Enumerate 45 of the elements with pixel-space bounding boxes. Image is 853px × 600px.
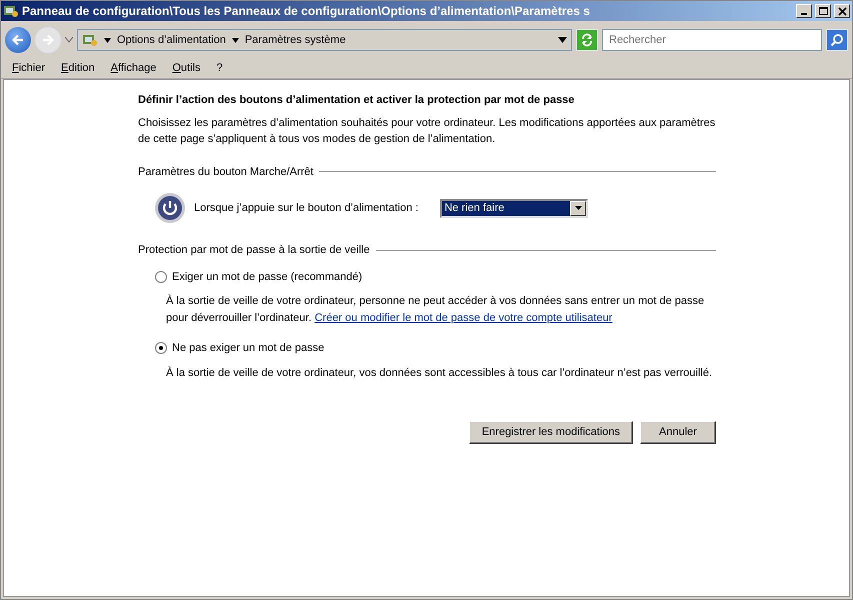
back-button[interactable] [5, 27, 31, 53]
action-dropdown[interactable]: Ne rien faire [440, 198, 588, 218]
menu-item[interactable]: ? [208, 60, 231, 77]
save-button[interactable]: Enregistrer les modifications [468, 421, 633, 444]
dropdown-caret-icon[interactable] [558, 37, 567, 43]
breadcrumb[interactable]: Options d’alimentation [117, 32, 226, 48]
minimize-icon [800, 13, 806, 15]
cancel-button[interactable]: Annuler [640, 421, 716, 444]
account-password-link[interactable]: Créer ou modifier le mot de passe de votre compte utilisateur [314, 312, 612, 324]
control-panel-icon [3, 3, 19, 19]
radio-button[interactable] [155, 342, 167, 354]
search-field[interactable]: Rechercher [602, 29, 822, 51]
power-icon [154, 192, 186, 224]
refresh-button[interactable] [576, 29, 598, 51]
menu-item[interactable]: Edition [53, 60, 103, 77]
menu-item[interactable]: Fichier [4, 60, 54, 77]
breadcrumb[interactable]: Paramètres système [244, 32, 346, 48]
refresh-icon [580, 33, 594, 47]
maximize-icon [818, 7, 828, 15]
search-button[interactable] [826, 29, 848, 51]
menu-item[interactable]: Affichage [102, 60, 164, 77]
minimize-button[interactable] [796, 4, 812, 18]
section-title: Paramètres du bouton Marche/Arrêt [138, 164, 314, 180]
back-arrow-icon [12, 34, 24, 46]
close-button[interactable] [834, 4, 850, 18]
breadcrumb-caret-icon[interactable] [104, 38, 111, 42]
radio-label[interactable]: Exiger un mot de passe (recommandé) [172, 268, 362, 285]
option-description: À la sortie de veille de votre ordinateur, vos données sont accessibles à tous car l’ordinateur n’est pas verrouillé. [166, 366, 714, 380]
field-label: Lorsque j’appuie sur le bouton d’alimentation : [194, 200, 418, 216]
close-icon [838, 7, 846, 16]
page-heading: Définir l’action des boutons d’alimentation et activer la protection par mot de passe [138, 93, 576, 108]
dropdown-caret-icon [574, 206, 582, 210]
intro-text: Choisissez les paramètres d’alimentation souhaités pour votre ordinateur. Les modifications apportées aux paramètres de cette page s’appliquent à tous vos modes de gestion de l’alimentation. [138, 116, 716, 147]
forward-arrow-icon [42, 34, 54, 46]
radio-label[interactable]: Ne pas exiger un mot de passe [172, 340, 324, 356]
search-icon [830, 33, 844, 47]
menu-item[interactable]: Outils [164, 60, 208, 77]
address-bar[interactable]: Options d’alimentation Paramètres système [77, 29, 572, 51]
control-panel-icon [82, 32, 98, 48]
section-title: Protection par mot de passe à la sortie de veille [138, 243, 370, 258]
maximize-button[interactable] [815, 4, 831, 18]
breadcrumb-caret-icon[interactable] [232, 38, 239, 42]
radio-button[interactable] [155, 270, 167, 283]
option-description: À la sortie de veille de votre ordinateur, personne ne peut accéder à vos données sans entrer un mot de passe pour déverrouiller l’ordinateur. Créer ou modifier le mot de passe de votre compte utilisateur [166, 294, 706, 326]
window-title: Panneau de configuration\Tous les Panneaux de configuration\Options d’alimentation\Paramètres s [22, 3, 591, 20]
